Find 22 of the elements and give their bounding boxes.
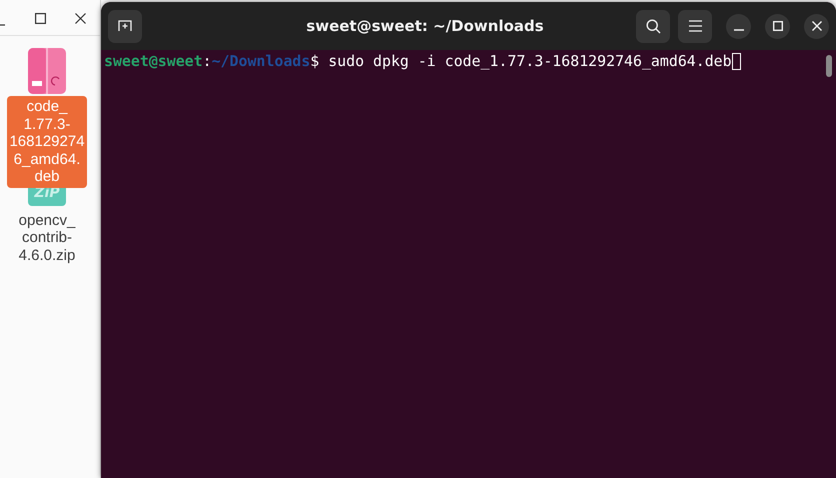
close-icon: [812, 21, 822, 31]
close-button[interactable]: [804, 14, 829, 38]
menu-button[interactable]: [678, 10, 712, 42]
new-tab-icon: [118, 20, 132, 32]
file-name[interactable]: opencv_ contrib- 4.6.0.zip: [7, 210, 87, 266]
minimize-button[interactable]: [726, 14, 751, 38]
shell-prompt: sweet@sweet:~/Downloads$: [104, 52, 320, 70]
minimize-icon: [734, 29, 744, 31]
maximize-button[interactable]: [765, 14, 790, 38]
close-icon[interactable]: [75, 12, 86, 24]
package-icon: [28, 48, 66, 94]
maximize-icon: [772, 21, 782, 31]
new-tab-button[interactable]: [108, 10, 142, 42]
scrollbar[interactable]: [826, 55, 832, 77]
text-cursor: [732, 52, 741, 70]
menu-icon: [688, 20, 702, 32]
search-icon: [646, 18, 660, 34]
window-title: sweet@sweet: ~/Downloads: [305, 17, 545, 35]
command-text: sudo dpkg -i code_1.77.3-1681292746_amd64.deb: [328, 52, 732, 70]
minimize-icon[interactable]: [0, 24, 5, 26]
maximize-icon[interactable]: [35, 12, 46, 24]
search-button[interactable]: [636, 10, 670, 42]
